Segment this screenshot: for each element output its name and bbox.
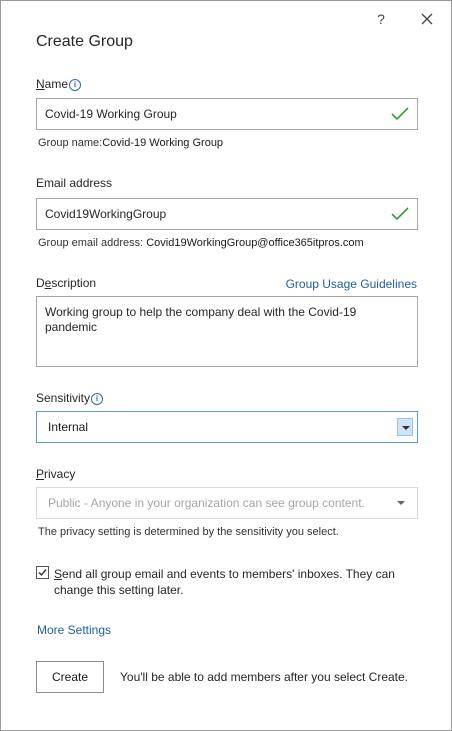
dropdown-button[interactable]	[397, 418, 413, 436]
description-label: Description	[36, 276, 97, 290]
privacy-selected: Public - Anyone in your organization can…	[48, 496, 365, 510]
sensitivity-dropdown[interactable]: Internal	[36, 411, 418, 443]
subscribe-label[interactable]: Send all group email and events to membe…	[54, 566, 424, 598]
help-button[interactable]: ?	[373, 9, 389, 29]
chevron-down-icon	[402, 426, 410, 430]
checkmark-icon	[38, 569, 47, 577]
name-input[interactable]: Covid-19 Working Group	[36, 98, 418, 130]
sensitivity-selected: Internal	[48, 420, 89, 434]
email-input-value: Covid19WorkingGroup	[45, 207, 167, 221]
checkmark-icon	[391, 207, 409, 221]
dialog-title: Create Group	[36, 33, 133, 50]
privacy-label: Privacy	[36, 467, 76, 481]
sensitivity-label: Sensitivity i	[36, 391, 104, 405]
close-icon	[421, 13, 433, 25]
more-settings-link[interactable]: More Settings	[37, 623, 111, 637]
privacy-note: The privacy setting is determined by the…	[38, 526, 339, 538]
name-label: Name i	[36, 77, 82, 91]
group-email-hint: Group email address: Covid19WorkingGroup…	[38, 237, 364, 249]
create-note: You'll be able to add members after you …	[120, 670, 409, 684]
description-value: Working group to help the company deal w…	[45, 305, 357, 334]
chevron-down-icon	[397, 501, 405, 505]
subscribe-checkbox[interactable]	[36, 566, 49, 579]
checkmark-icon	[391, 107, 409, 121]
name-input-value: Covid-19 Working Group	[45, 107, 177, 121]
info-icon[interactable]: i	[69, 79, 82, 91]
email-label: Email address	[36, 176, 113, 190]
privacy-dropdown: Public - Anyone in your organization can…	[36, 487, 418, 519]
group-usage-guidelines-link[interactable]: Group Usage Guidelines	[286, 277, 417, 291]
create-group-dialog: ? Create Group Name i Covid-19 Working Gr…	[0, 0, 452, 731]
description-textarea[interactable]: Working group to help the company deal w…	[36, 296, 418, 367]
group-name-hint: Group name:Covid-19 Working Group	[38, 137, 224, 149]
email-input[interactable]: Covid19WorkingGroup	[36, 198, 418, 230]
close-button[interactable]	[417, 9, 437, 29]
create-button[interactable]: Create	[36, 661, 104, 693]
info-icon[interactable]: i	[91, 393, 104, 405]
